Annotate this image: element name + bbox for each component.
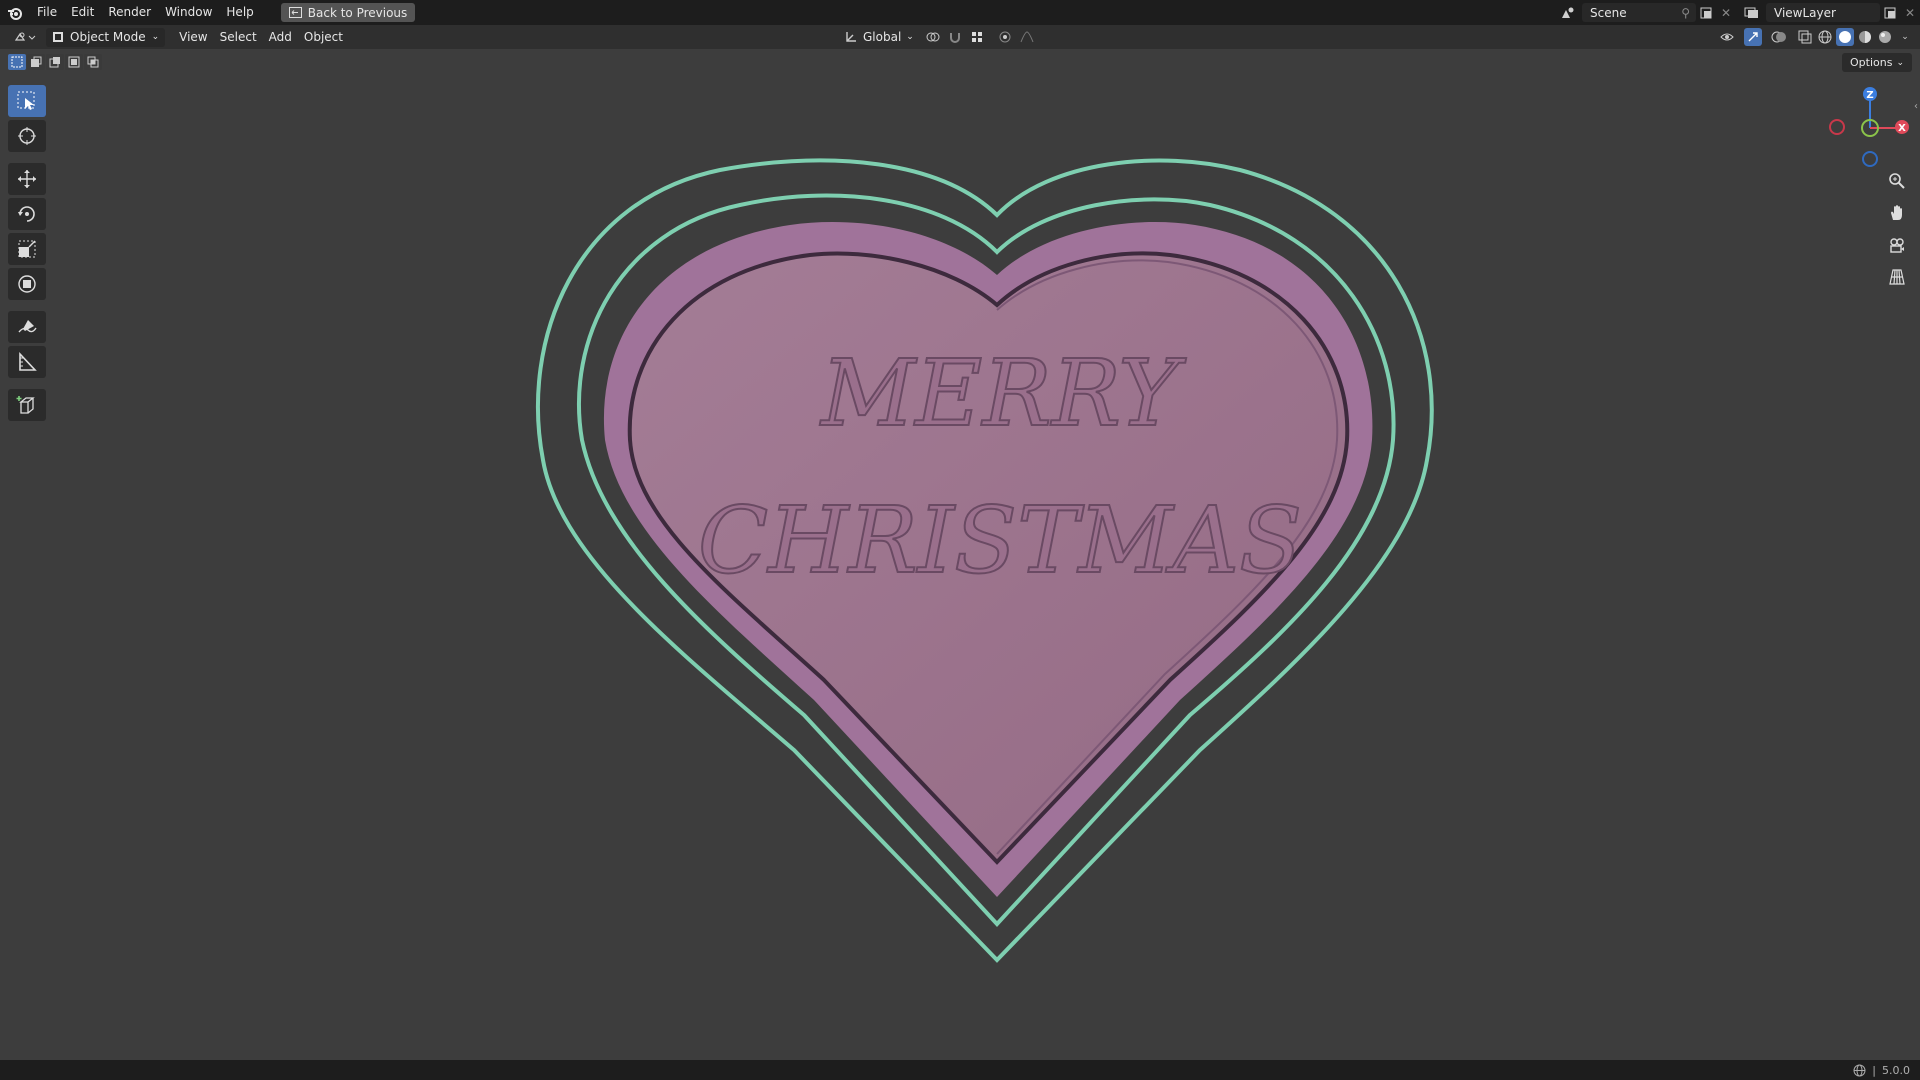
menu-window[interactable]: Window: [158, 0, 219, 25]
camera-view-icon[interactable]: [1884, 232, 1910, 258]
version-label: 5.0.0: [1882, 1063, 1910, 1077]
axis-z-label: Z: [1866, 90, 1873, 101]
gizmo-toggle-icon[interactable]: [1744, 28, 1762, 46]
heart-text-christmas: CHRISTMAS: [698, 487, 1302, 594]
editor-type-button[interactable]: [8, 28, 42, 47]
delete-scene-icon[interactable]: ✕: [1716, 3, 1736, 22]
object-mode-icon: [53, 32, 63, 42]
pin-icon[interactable]: ⚲: [1681, 6, 1690, 20]
version-divider: |: [1872, 1063, 1876, 1077]
top-bar: File Edit Render Window Help Back to Pre…: [0, 0, 1920, 25]
transform-orientation-label: Global: [863, 30, 902, 44]
new-scene-icon[interactable]: [1696, 3, 1716, 22]
pivot-point-icon[interactable]: [924, 28, 942, 46]
new-view-layer-icon[interactable]: [1880, 3, 1900, 22]
perspective-toggle-icon[interactable]: [1884, 264, 1910, 290]
scene-selector-icon[interactable]: [1558, 3, 1578, 22]
xray-toggle-icon[interactable]: [1796, 28, 1814, 46]
zoom-icon[interactable]: [1884, 168, 1910, 194]
chevron-down-icon: ⌄: [151, 32, 160, 42]
chevron-down-icon: ⌄: [906, 32, 914, 42]
menu-add[interactable]: Add: [263, 28, 298, 47]
scene-field[interactable]: Scene ⚲: [1582, 3, 1696, 22]
back-icon: [288, 7, 302, 18]
blender-logo-icon[interactable]: [4, 2, 26, 24]
axis-x-label: X: [1898, 123, 1906, 134]
viewport-3d[interactable]: MERRY CHRISTMAS: [0, 49, 1920, 1059]
editor-type-icon: [14, 32, 36, 41]
pan-hand-icon[interactable]: [1884, 200, 1910, 226]
back-to-previous-button[interactable]: Back to Previous: [280, 3, 416, 22]
heart-text-merry: MERRY: [819, 340, 1187, 447]
wireframe-shading-icon[interactable]: [1816, 28, 1834, 46]
menu-file[interactable]: File: [30, 0, 64, 25]
proportional-editing-icon[interactable]: [996, 28, 1014, 46]
scene-name: Scene: [1590, 5, 1627, 20]
transform-orientation-dropdown[interactable]: Global ⌄: [838, 28, 920, 47]
visibility-icon[interactable]: [1718, 28, 1736, 46]
status-bar: | 5.0.0: [0, 1060, 1920, 1080]
snap-target-icon[interactable]: [968, 28, 986, 46]
object-mode-dropdown[interactable]: Object Mode ⌄: [46, 27, 166, 47]
overlays-toggle-icon[interactable]: [1770, 28, 1788, 46]
region-toggle-icon[interactable]: ‹: [1914, 101, 1918, 112]
delete-view-layer-icon[interactable]: ✕: [1900, 3, 1920, 22]
menu-select[interactable]: Select: [214, 28, 263, 47]
snap-toggle-icon[interactable]: [946, 28, 964, 46]
back-to-previous-label: Back to Previous: [307, 5, 408, 20]
rendered-shading-icon[interactable]: [1876, 28, 1894, 46]
menu-render[interactable]: Render: [101, 0, 158, 25]
solid-shading-icon[interactable]: [1836, 28, 1854, 46]
axis-neg-x-icon[interactable]: [1829, 119, 1845, 135]
axis-neg-z-icon[interactable]: [1862, 151, 1878, 167]
viewport-right-tools: ⌄: [1718, 25, 1914, 49]
menu-object[interactable]: Object: [298, 28, 349, 47]
viewport-header: Object Mode ⌄ View Select Add Object Glo…: [0, 25, 1920, 49]
falloff-icon[interactable]: [1018, 28, 1036, 46]
menu-help[interactable]: Help: [219, 0, 260, 25]
transform-tools: Global ⌄: [838, 25, 1036, 49]
viewport-nav-buttons: [1884, 168, 1910, 290]
menu-edit[interactable]: Edit: [64, 0, 101, 25]
version-info: | 5.0.0: [1853, 1064, 1910, 1077]
shading-options-icon[interactable]: ⌄: [1896, 28, 1914, 46]
object-mode-label: Object Mode: [70, 30, 146, 44]
view-layer-icon[interactable]: [1742, 3, 1762, 22]
view-layer-field[interactable]: ViewLayer: [1766, 3, 1880, 22]
material-shading-icon[interactable]: [1856, 28, 1874, 46]
menu-view[interactable]: View: [173, 28, 213, 47]
view-layer-name: ViewLayer: [1774, 5, 1836, 20]
globe-icon: [1853, 1064, 1866, 1076]
top-right-controls: Scene ⚲ ✕ ViewLayer ✕: [1558, 0, 1920, 25]
navigation-gizmo[interactable]: Z X: [1810, 80, 1920, 180]
orientation-icon: [846, 32, 856, 42]
